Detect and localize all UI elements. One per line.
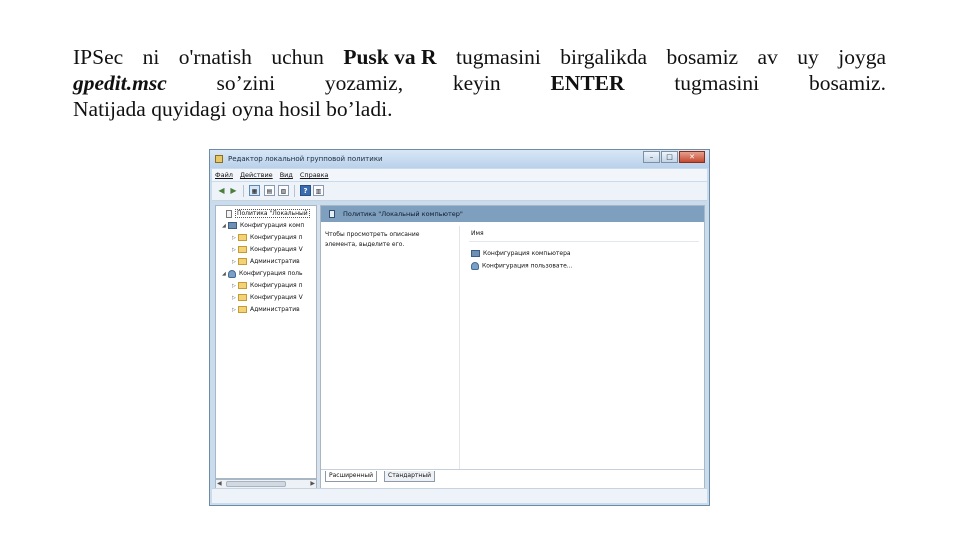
- tree-item[interactable]: ▷ Конфигурация V: [216, 244, 303, 256]
- tree-item[interactable]: ▷ Конфигурация п: [216, 232, 303, 244]
- word: bosamiz: [666, 45, 739, 69]
- close-button[interactable]: ✕: [679, 151, 705, 163]
- details-header: Политика "Локальный компьютер": [321, 206, 704, 222]
- tree-item[interactable]: ▷ Административ: [216, 256, 300, 268]
- menu-file[interactable]: Файл: [212, 169, 237, 181]
- forward-arrow-icon[interactable]: ▶: [228, 185, 239, 196]
- word: so’zini: [216, 71, 276, 95]
- tree-item-label: Конфигурация комп: [240, 222, 305, 229]
- view-tabs: Расширенный Стандартный: [321, 469, 704, 488]
- word: yozamiz,: [324, 71, 404, 95]
- folder-icon: [238, 234, 247, 241]
- toolbar-separator: [294, 185, 295, 197]
- word: av: [757, 45, 778, 69]
- word: uchun: [271, 45, 324, 69]
- description-text: Чтобы просмотреть описание элемента, выд…: [325, 230, 449, 250]
- folder-icon: [238, 258, 247, 265]
- tree-item-label: Конфигурация V: [250, 294, 303, 301]
- policy-app-icon: [215, 155, 223, 163]
- tree-item[interactable]: ◢ Конфигурация поль: [216, 268, 303, 280]
- export-icon[interactable]: ▧: [278, 185, 289, 196]
- tab-standard[interactable]: Стандартный: [384, 471, 435, 482]
- paragraph-line-1: IPSec ni o'rnatish uchun Pusk va R tugma…: [73, 44, 886, 70]
- scroll-left-icon[interactable]: ◀: [217, 480, 222, 488]
- tree-item-label: Административ: [250, 306, 300, 313]
- word: bosamiz.: [808, 71, 886, 95]
- tree-item-label: Административ: [250, 258, 300, 265]
- folder-icon: [238, 282, 247, 289]
- view-icon[interactable]: ▥: [313, 185, 324, 196]
- word: Natijada quyidagi oyna hosil bo’ladi.: [73, 97, 393, 121]
- maximize-button[interactable]: □: [661, 151, 678, 163]
- document-icon: [226, 209, 232, 218]
- word: IPSec: [73, 45, 124, 69]
- console-tree-icon[interactable]: ▦: [249, 185, 260, 196]
- word: ni: [142, 45, 160, 69]
- gpedit-window: Редактор локальной групповой политики – …: [209, 149, 710, 506]
- menu-bar: Файл Действие Вид Справка: [212, 169, 707, 181]
- tree-item-label: Конфигурация п: [250, 234, 303, 241]
- tree-item[interactable]: ▷ Административ: [216, 304, 300, 316]
- scroll-thumb[interactable]: [226, 481, 286, 487]
- tree-item-label: Конфигурация поль: [239, 270, 303, 277]
- details-pane: Политика "Локальный компьютер" Чтобы про…: [320, 205, 705, 489]
- command-text: gpedit.msc: [73, 71, 167, 95]
- enter-key-text: ENTER: [550, 71, 625, 95]
- computer-icon: [471, 250, 480, 257]
- list-item-user-config[interactable]: Конфигурация пользовате...: [471, 262, 573, 270]
- title-bar[interactable]: Редактор локальной групповой политики – …: [210, 150, 709, 168]
- description-line: Чтобы просмотреть описание: [325, 231, 420, 238]
- menu-help[interactable]: Справка: [297, 169, 333, 181]
- instruction-paragraph: IPSec ni o'rnatish uchun Pusk va R tugma…: [73, 44, 886, 122]
- window-title: Редактор локальной групповой политики: [228, 155, 383, 163]
- console-tree[interactable]: Политика "Локальный ◢ Конфигурация комп ▷ Ко…: [215, 205, 317, 479]
- window-controls: – □ ✕: [642, 151, 705, 163]
- tree-item-label: Конфигурация п: [250, 282, 303, 289]
- word: keyin: [452, 71, 501, 95]
- policy-document-icon: [329, 210, 335, 218]
- details-header-text: Политика "Локальный компьютер": [343, 210, 463, 218]
- menu-action[interactable]: Действие: [237, 169, 277, 181]
- list-item-label: Конфигурация пользовате...: [482, 262, 573, 270]
- scroll-right-icon[interactable]: ▶: [310, 480, 315, 488]
- tree-item[interactable]: ▷ Конфигурация п: [216, 280, 303, 292]
- paragraph-line-2: gpedit.msc so’zini yozamiz, keyin ENTER …: [73, 70, 886, 96]
- help-icon[interactable]: ?: [300, 185, 311, 196]
- computer-icon: [228, 222, 237, 229]
- folder-icon: [238, 306, 247, 313]
- column-header-name[interactable]: Имя: [471, 230, 484, 237]
- toolbar: ◀ ▶ ▦ ▤ ▧ ? ▥: [212, 182, 707, 201]
- minimize-button[interactable]: –: [643, 151, 660, 163]
- tab-extended[interactable]: Расширенный: [325, 471, 377, 482]
- key-combo-text: Pusk va R: [343, 45, 437, 69]
- status-bar: [212, 488, 707, 503]
- list-item-label: Конфигурация компьютера: [483, 250, 571, 257]
- menu-view[interactable]: Вид: [277, 169, 297, 181]
- tree-item-label: Политика "Локальный: [235, 209, 310, 218]
- folder-icon: [238, 246, 247, 253]
- word: uy: [797, 45, 819, 69]
- tree-item[interactable]: Политика "Локальный: [216, 208, 310, 220]
- word: tugmasini: [674, 71, 760, 95]
- word: tugmasini: [455, 45, 541, 69]
- description-line: элемента, выделите его.: [325, 241, 405, 248]
- tree-item-label: Конфигурация V: [250, 246, 303, 253]
- properties-icon[interactable]: ▤: [264, 185, 275, 196]
- user-icon: [228, 269, 236, 278]
- word: o'rnatish: [178, 45, 252, 69]
- back-arrow-icon[interactable]: ◀: [216, 185, 227, 196]
- tree-item[interactable]: ◢ Конфигурация комп: [216, 220, 304, 232]
- column-divider: [459, 226, 460, 470]
- list-item-computer-config[interactable]: Конфигурация компьютера: [471, 250, 571, 257]
- tree-item[interactable]: ▷ Конфигурация V: [216, 292, 303, 304]
- word: birgalikda: [560, 45, 648, 69]
- word: joyga: [838, 45, 886, 69]
- column-header-underline: [469, 241, 699, 242]
- folder-icon: [238, 294, 247, 301]
- paragraph-line-3: Natijada quyidagi oyna hosil bo’ladi.: [73, 96, 886, 122]
- toolbar-separator: [243, 185, 244, 197]
- user-icon: [471, 262, 479, 270]
